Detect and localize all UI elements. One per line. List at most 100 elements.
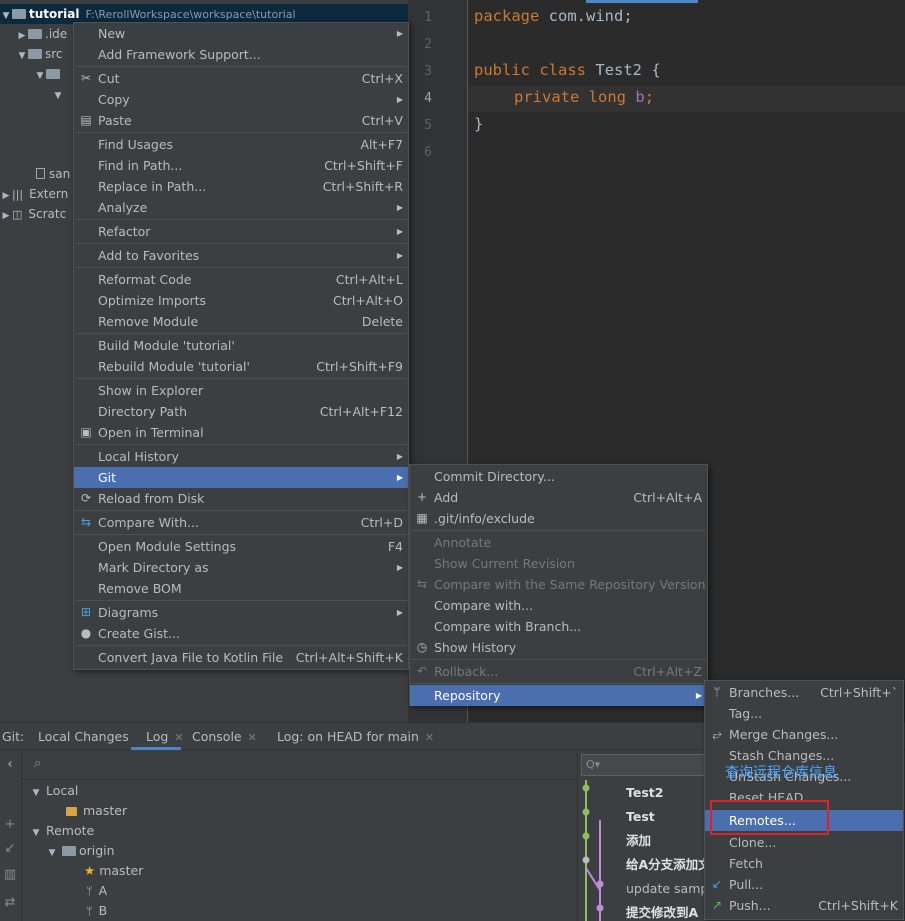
chevron-down-icon[interactable]: ▼ (46, 843, 58, 863)
menu-item-reformat-code[interactable]: Reformat Code Ctrl+Alt+L (74, 269, 408, 290)
menu-shortcut: Ctrl+Shift+` (820, 685, 898, 700)
menu-shortcut: Ctrl+V (361, 113, 403, 128)
menu-item-show-in-explorer[interactable]: Show in Explorer (74, 380, 408, 401)
menu-item-pull[interactable]: ↙ Pull... (705, 874, 903, 895)
menu-separator (411, 683, 706, 684)
plus-icon[interactable]: + (3, 818, 17, 832)
menu-item-directory-path[interactable]: Directory Path Ctrl+Alt+F12 (74, 401, 408, 422)
log-filter-input[interactable]: Q▾ (581, 754, 709, 776)
submenu-arrow-icon: ▶ (396, 251, 403, 260)
menu-item-remove-module[interactable]: Remove Module Delete (74, 311, 408, 332)
menu-item-create-gist[interactable]: ● Create Gist... (74, 623, 408, 644)
chevron-right-icon[interactable]: ▶ (0, 206, 12, 226)
branch-search[interactable]: ⌕ (22, 750, 577, 780)
menu-shortcut: Ctrl+X (361, 71, 403, 86)
commit-row[interactable]: Test2 (626, 782, 663, 804)
tree-root-tutorial[interactable]: ▼ tutorial F:\RerollWorkspace\workspace\tu… (0, 4, 408, 24)
trash-icon[interactable]: ▥ (3, 868, 17, 882)
menu-item-git[interactable]: Git ▶ (74, 467, 408, 488)
tree-item-external-libraries[interactable]: ▶ ||| Extern (0, 184, 69, 206)
menu-item-add-framework-support[interactable]: Add Framework Support... (74, 44, 408, 65)
menu-item-remove-bom[interactable]: Remove BOM (74, 578, 408, 599)
menu-item-add-to-favorites[interactable]: Add to Favorites ▶ (74, 245, 408, 266)
menu-item-open-module-settings[interactable]: Open Module Settings F4 (74, 536, 408, 557)
chevron-down-icon[interactable]: ▼ (30, 783, 42, 803)
tree-item-package[interactable]: ▼ (52, 84, 64, 104)
menu-item-open-in-terminal[interactable]: ▣ Open in Terminal (74, 422, 408, 443)
tree-item-idea[interactable]: ▶ .ide (16, 24, 68, 46)
tree-item-scratches[interactable]: ▶ ◫ Scratc (0, 204, 67, 226)
chevron-left-icon[interactable]: ‹ (3, 758, 17, 772)
menu-item-fetch[interactable]: Fetch (705, 853, 903, 874)
menu-item-compare-with[interactable]: Compare with... (410, 595, 707, 616)
commit-row[interactable]: 提交修改到A (626, 902, 698, 921)
menu-item-new[interactable]: New ▶ (74, 23, 408, 44)
tree-item-subfolder[interactable]: ▼ (34, 64, 63, 84)
chevron-down-icon[interactable]: ▼ (0, 6, 12, 26)
tree-item-file[interactable]: san (36, 164, 70, 184)
menu-item-repository[interactable]: Repository ▶ (410, 685, 707, 706)
close-icon[interactable]: ✕ (425, 731, 434, 744)
tab-log[interactable]: Log ✕ (146, 723, 184, 750)
chevron-down-icon[interactable]: ▼ (30, 823, 42, 843)
commit-row[interactable]: 添加 (626, 830, 651, 852)
menu-item-paste[interactable]: ▤ Paste Ctrl+V (74, 110, 408, 131)
menu-item-find-usages[interactable]: Find Usages Alt+F7 (74, 134, 408, 155)
arrow-down-left-icon[interactable]: ↙ (3, 842, 17, 856)
menu-item-local-history[interactable]: Local History ▶ (74, 446, 408, 467)
menu-item-merge-changes[interactable]: ⥂ Merge Changes... (705, 724, 903, 745)
menu-item-clone[interactable]: Clone... (705, 832, 903, 853)
commit-row[interactable]: update samp (626, 878, 708, 900)
menu-item-build-module[interactable]: Build Module 'tutorial' (74, 335, 408, 356)
branch-remote-b[interactable]: ᛘB (86, 901, 107, 921)
menu-item-compare-with-branch[interactable]: Compare with Branch... (410, 616, 707, 637)
menu-item-copy[interactable]: Copy ▶ (74, 89, 408, 110)
menu-item-mark-directory-as[interactable]: Mark Directory as ▶ (74, 557, 408, 578)
commit-row[interactable]: 给A分支添加文 (626, 854, 711, 876)
menu-item-add[interactable]: + Add Ctrl+Alt+A (410, 487, 707, 508)
commit-row[interactable]: Test (626, 806, 655, 828)
line-number: 1 (424, 10, 432, 25)
menu-item-compare-same-repo-version[interactable]: ⇆ Compare with the Same Repository Versio… (410, 574, 707, 595)
menu-item-push[interactable]: ↗ Push... Ctrl+Shift+K (705, 895, 903, 916)
menu-item-convert-to-kotlin[interactable]: Convert Java File to Kotlin File Ctrl+Alt… (74, 647, 408, 668)
branch-group-remote[interactable]: ▼ Remote (30, 821, 95, 843)
branch-group-local[interactable]: ▼ Local (30, 781, 79, 803)
menu-item-git-info-exclude[interactable]: ▦ .git/info/exclude (410, 508, 707, 529)
menu-item-optimize-imports[interactable]: Optimize Imports Ctrl+Alt+O (74, 290, 408, 311)
menu-item-refactor[interactable]: Refactor ▶ (74, 221, 408, 242)
chevron-right-icon[interactable]: ▶ (16, 26, 28, 46)
menu-item-annotate[interactable]: Annotate (410, 532, 707, 553)
menu-item-cut[interactable]: ✂ Cut Ctrl+X (74, 68, 408, 89)
close-icon[interactable]: ✕ (248, 731, 257, 744)
menu-item-find-in-path[interactable]: Find in Path... Ctrl+Shift+F (74, 155, 408, 176)
menu-item-diagrams[interactable]: ⊞ Diagrams ▶ (74, 602, 408, 623)
branch-local-master[interactable]: master (66, 801, 127, 821)
chevron-down-icon[interactable]: ▼ (52, 86, 64, 106)
menu-item-show-history[interactable]: ◷ Show History (410, 637, 707, 658)
compare-icon[interactable]: ⇄ (3, 896, 17, 910)
menu-item-commit-directory[interactable]: Commit Directory... (410, 466, 707, 487)
tree-item-src[interactable]: ▼ src (16, 44, 63, 64)
menu-item-replace-in-path[interactable]: Replace in Path... Ctrl+Shift+R (74, 176, 408, 197)
menu-item-analyze[interactable]: Analyze ▶ (74, 197, 408, 218)
chevron-right-icon[interactable]: ▶ (0, 186, 12, 206)
branch-remote-a[interactable]: ᛘA (86, 881, 107, 901)
chevron-down-icon[interactable]: ▼ (34, 66, 46, 86)
branch-remote-master[interactable]: ★ master (84, 861, 143, 881)
close-icon[interactable]: ✕ (174, 731, 183, 744)
menu-item-compare-with[interactable]: ⇆ Compare With... Ctrl+D (74, 512, 408, 533)
branch-icon: ᛘ (713, 685, 721, 699)
menu-item-tag[interactable]: Tag... (705, 703, 903, 724)
menu-item-branches[interactable]: ᛘ Branches... Ctrl+Shift+` (705, 682, 903, 703)
branch-remote-origin[interactable]: ▼ origin (46, 841, 115, 861)
menu-item-show-current-revision[interactable]: Show Current Revision (410, 553, 707, 574)
menu-item-rollback[interactable]: ↶ Rollback... Ctrl+Alt+Z (410, 661, 707, 682)
field-name: b (635, 88, 645, 106)
menu-item-reload-from-disk[interactable]: ⟳ Reload from Disk (74, 488, 408, 509)
chevron-down-icon[interactable]: ▼ (16, 46, 28, 66)
tab-console[interactable]: Console ✕ (192, 723, 257, 750)
menu-item-rebuild-module[interactable]: Rebuild Module 'tutorial' Ctrl+Shift+F9 (74, 356, 408, 377)
tab-log-head-main[interactable]: Log: on HEAD for main ✕ (277, 723, 434, 750)
tab-local-changes[interactable]: Local Changes (38, 723, 129, 750)
